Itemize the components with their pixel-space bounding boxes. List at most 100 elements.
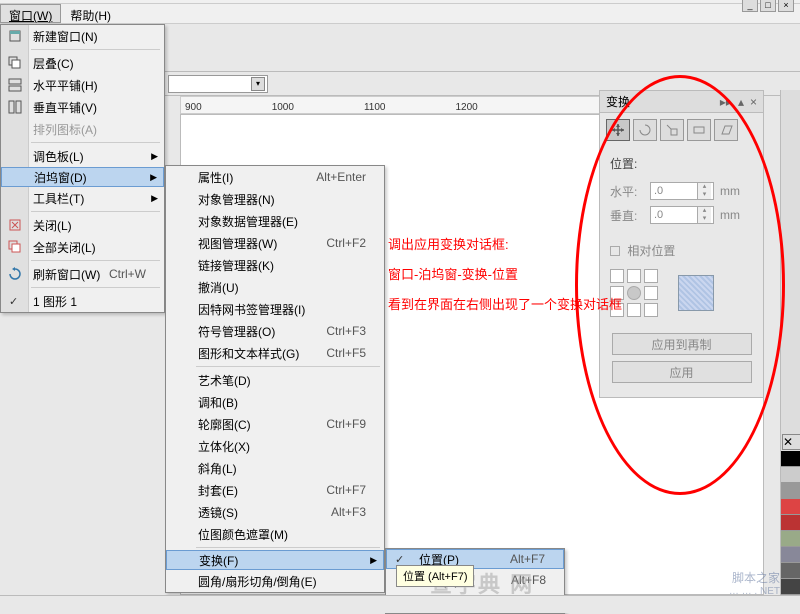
ruler-tick: 1200	[455, 102, 477, 113]
color-swatch[interactable]	[781, 483, 800, 499]
color-swatch[interactable]	[781, 451, 800, 467]
object-manager-item[interactable]: 对象管理器(N)	[166, 188, 384, 210]
color-swatch[interactable]	[781, 467, 800, 483]
undo-docker-item[interactable]: 撤消(U)	[166, 276, 384, 298]
arrange-icons-item: 排列图标(A)	[1, 118, 164, 140]
close-docker-icon[interactable]: ×	[750, 95, 757, 109]
ruler-tick: 900	[185, 102, 202, 113]
spin-up-icon[interactable]: ▴	[698, 183, 711, 191]
spin-up-icon[interactable]: ▴	[698, 207, 711, 215]
apply-to-duplicate-button[interactable]: 应用到再制	[612, 333, 752, 355]
maximize-button[interactable]: □	[760, 0, 776, 12]
vertical-label: 垂直:	[610, 207, 644, 224]
refresh-item[interactable]: 刷新窗口(W)Ctrl+W	[1, 263, 164, 285]
annotation-text: 窗口-泊坞窗-变换-位置	[388, 264, 518, 283]
graphic-1-item[interactable]: ✓1 图形 1	[1, 290, 164, 312]
unit-label: mm	[720, 184, 740, 198]
section-label: 位置:	[610, 155, 753, 172]
bookmark-manager-item[interactable]: 因特网书签管理器(I)	[166, 298, 384, 320]
new-window-icon	[7, 28, 23, 44]
compass-icon	[678, 275, 714, 311]
size-tab[interactable]	[687, 119, 711, 141]
symbol-manager-item[interactable]: 符号管理器(O)Ctrl+F3	[166, 320, 384, 342]
expand-icon[interactable]: ▴	[738, 95, 744, 109]
annotation-text: 看到在界面在右侧出现了一个变换对话框	[388, 294, 622, 313]
chevron-right-icon: ▶	[151, 193, 158, 204]
color-palette[interactable]: ✕	[780, 90, 800, 595]
properties-item[interactable]: 属性(I)Alt+Enter	[166, 166, 384, 188]
docker-header[interactable]: 变换 ▸▸ ▴ ×	[600, 91, 763, 113]
vertical-input[interactable]: ▴▾	[650, 206, 714, 224]
window-controls: _ □ ×	[742, 0, 794, 12]
artistic-media-item[interactable]: 艺术笔(D)	[166, 369, 384, 391]
title-bar: _ □ ×	[0, 0, 800, 4]
window-menu: 新建窗口(N) 层叠(C) 水平平铺(H) 垂直平铺(V) 排列图标(A) 调色…	[0, 24, 165, 313]
color-swatch[interactable]	[781, 579, 800, 595]
tile-v-icon	[7, 99, 23, 115]
contour-item[interactable]: 轮廓图(C)Ctrl+F9	[166, 413, 384, 435]
ruler-tick: 1000	[272, 102, 294, 113]
skew-tab[interactable]	[714, 119, 738, 141]
rotate-tab[interactable]	[633, 119, 657, 141]
collapse-icon[interactable]: ▸▸	[720, 95, 732, 109]
new-window-item[interactable]: 新建窗口(N)	[1, 25, 164, 47]
ruler-tick: 1100	[364, 102, 386, 113]
color-swatch[interactable]	[781, 547, 800, 563]
docker-title: 变换	[606, 93, 630, 110]
chevron-right-icon: ▶	[151, 151, 158, 162]
annotation-text: 调出应用变换对话框:	[388, 234, 509, 253]
relative-checkbox[interactable]	[610, 246, 620, 256]
horizontal-label: 水平:	[610, 183, 644, 200]
relative-label: 相对位置	[627, 244, 675, 258]
object-data-manager-item[interactable]: 对象数据管理器(E)	[166, 210, 384, 232]
close-all-item[interactable]: 全部关闭(L)	[1, 236, 164, 258]
blend-item[interactable]: 调和(B)	[166, 391, 384, 413]
spin-down-icon[interactable]: ▾	[698, 215, 711, 223]
color-swatch[interactable]	[781, 563, 800, 579]
no-fill-swatch[interactable]: ✕	[782, 434, 800, 450]
link-manager-item[interactable]: 链接管理器(K)	[166, 254, 384, 276]
envelope-item[interactable]: 封套(E)Ctrl+F7	[166, 479, 384, 501]
tile-horizontal-item[interactable]: 水平平铺(H)	[1, 74, 164, 96]
chevron-down-icon: ▾	[251, 77, 265, 91]
toolbars-item[interactable]: 工具栏(T)▶	[1, 187, 164, 209]
color-swatch[interactable]	[781, 499, 800, 515]
color-swatch[interactable]	[781, 531, 800, 547]
unit-label: mm	[720, 208, 740, 222]
cascade-item[interactable]: 层叠(C)	[1, 52, 164, 74]
horizontal-input[interactable]: ▴▾	[650, 182, 714, 200]
check-icon: ✓	[9, 295, 18, 308]
tile-vertical-item[interactable]: 垂直平铺(V)	[1, 96, 164, 118]
chevron-right-icon: ▶	[150, 172, 157, 183]
dockers-item[interactable]: 泊坞窗(D)▶	[1, 167, 164, 187]
spin-down-icon[interactable]: ▾	[698, 191, 711, 199]
close-item[interactable]: 关闭(L)	[1, 214, 164, 236]
close-button[interactable]: ×	[778, 0, 794, 12]
transform-item[interactable]: 变换(F)▶	[166, 550, 384, 570]
view-manager-item[interactable]: 视图管理器(W)Ctrl+F2	[166, 232, 384, 254]
bevel-item[interactable]: 斜角(L)	[166, 457, 384, 479]
watermark: 脚本之家 … … . NET	[729, 569, 780, 597]
fillet-item[interactable]: 圆角/扇形切角/倒角(E)	[166, 570, 384, 592]
bitmap-mask-item[interactable]: 位图颜色遮罩(M)	[166, 523, 384, 545]
chevron-right-icon: ▶	[370, 555, 377, 566]
minimize-button[interactable]: _	[742, 0, 758, 12]
lens-item[interactable]: 透镜(S)Alt+F3	[166, 501, 384, 523]
apply-button[interactable]: 应用	[612, 361, 752, 383]
dockers-submenu: 属性(I)Alt+Enter 对象管理器(N) 对象数据管理器(E) 视图管理器…	[165, 165, 385, 593]
cascade-icon	[7, 55, 23, 71]
transform-tabs	[600, 113, 763, 147]
x-coord-field[interactable]: ▾	[168, 75, 268, 93]
color-swatch[interactable]	[781, 515, 800, 531]
position-tooltip: 位置 (Alt+F7)	[396, 565, 474, 587]
palettes-item[interactable]: 调色板(L)▶	[1, 145, 164, 167]
extrude-item[interactable]: 立体化(X)	[166, 435, 384, 457]
scale-tab[interactable]	[660, 119, 684, 141]
styles-item[interactable]: 图形和文本样式(G)Ctrl+F5	[166, 342, 384, 364]
menu-window[interactable]: 窗口(W)	[0, 4, 61, 23]
close-all-icon	[7, 239, 23, 255]
menu-help[interactable]: 帮助(H)	[61, 4, 120, 23]
status-bar	[0, 595, 800, 613]
position-tab[interactable]	[606, 119, 630, 141]
close-doc-icon	[7, 217, 23, 233]
